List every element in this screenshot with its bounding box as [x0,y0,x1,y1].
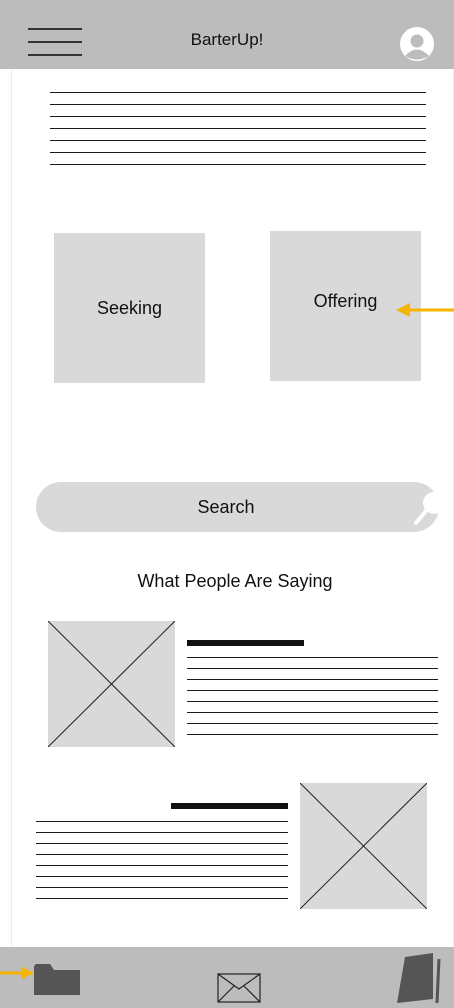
image-placeholder-icon [300,783,427,909]
app-title: BarterUp! [190,30,264,49]
search-bar[interactable]: Search [36,482,445,532]
annotation-arrow-offering [396,303,454,317]
annotation-arrow-folder [0,967,34,979]
seeking-label: Seeking [96,297,163,318]
offering-label: Offering [313,290,378,311]
image-placeholder-icon [48,621,175,747]
left-frame-edge [11,0,12,1008]
envelope-icon[interactable] [217,973,261,1003]
intro-text-placeholder [50,92,426,176]
folder-icon[interactable] [34,962,80,995]
testimonial-1-text [187,640,438,735]
magnifier-icon[interactable] [410,488,450,528]
testimonials-heading: What People Are Saying [137,571,333,591]
user-avatar-icon[interactable] [400,27,434,61]
testimonial-2-text [36,803,288,899]
notebook-icon[interactable] [397,953,445,1003]
search-input[interactable]: Search [36,497,416,518]
top-app-bar: BarterUp! [0,0,454,69]
bottom-nav-bar [0,947,454,1008]
seeking-card[interactable]: Seeking [54,233,205,383]
